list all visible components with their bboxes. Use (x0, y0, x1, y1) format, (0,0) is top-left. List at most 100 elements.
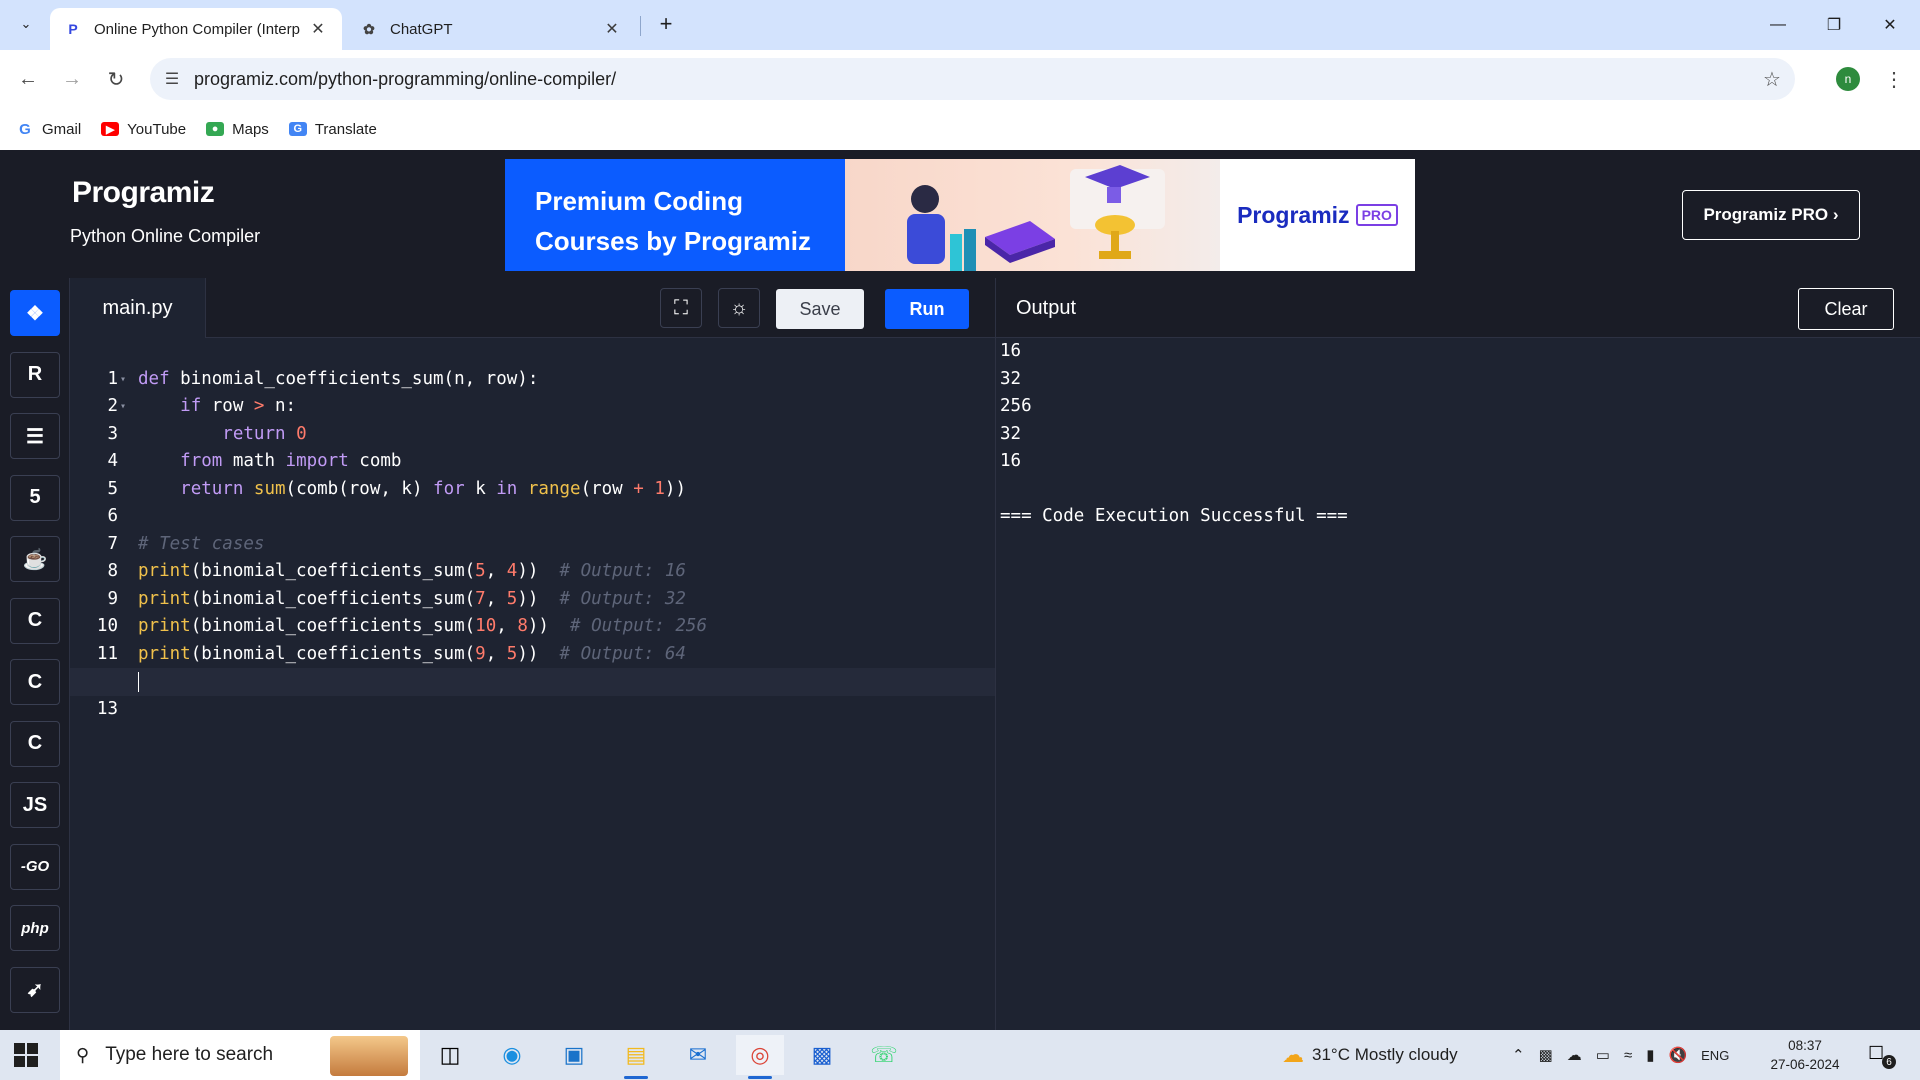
site-info-icon[interactable]: ☰ (150, 69, 194, 89)
programiz-logo[interactable]: Programiz (72, 176, 215, 210)
bookmark-maps[interactable]: ● Maps (206, 121, 269, 138)
back-icon[interactable]: ← (12, 63, 44, 95)
tab-chatgpt[interactable]: ✿ ChatGPT ✕ (346, 8, 636, 50)
html-icon[interactable]: 5 (10, 474, 60, 521)
edge-icon[interactable]: ◉ (488, 1035, 536, 1075)
file-explorer-icon[interactable]: ▤ (612, 1035, 660, 1079)
banner-brand: Programiz PRO (1220, 159, 1415, 271)
save-button[interactable]: Save (776, 289, 864, 329)
code-line-current: 13 (70, 668, 995, 719)
output-line: 32 (1000, 368, 1022, 389)
output-line: 16 (1000, 451, 1022, 471)
restore-icon[interactable]: ❐ (1806, 0, 1862, 50)
profile-avatar[interactable]: n (1836, 67, 1860, 91)
code-line: 8 print(binomial_coefficients_sum(5, 4)) … (107, 561, 686, 581)
text-cursor (138, 672, 139, 692)
address-bar[interactable]: ☰ programiz.com/python-programming/onlin… (150, 58, 1795, 100)
pro-badge: PRO (1355, 204, 1398, 226)
promo-banner[interactable]: Premium Coding Courses by Programiz Prog… (505, 159, 1415, 271)
bookmark-youtube[interactable]: ▶ YouTube (101, 121, 186, 138)
output-line: 256 (1000, 396, 1032, 416)
swift-icon[interactable]: ➹ (10, 966, 60, 1013)
youtube-icon: ▶ (101, 122, 120, 136)
microsoft-store-icon[interactable]: ▩ (798, 1035, 846, 1075)
close-tab-icon[interactable]: ✕ (308, 19, 328, 39)
clear-button[interactable]: Clear (1798, 288, 1894, 330)
code-line: 9 print(binomial_coefficients_sum(7, 5)) … (107, 588, 686, 609)
run-button[interactable]: Run (885, 289, 969, 329)
task-view-icon[interactable]: ◫ (426, 1035, 474, 1075)
code-editor[interactable]: 1 ▾ def binomial_coefficients_sum(n, row):… (70, 338, 995, 1030)
bookmark-translate[interactable]: G Translate (288, 121, 377, 138)
code-line: 7 # Test cases (107, 533, 265, 554)
sql-icon[interactable]: ☰ (10, 413, 60, 459)
bookmark-gmail[interactable]: G Gmail (16, 121, 81, 138)
url-text[interactable]: programiz.com/python-programming/online-… (194, 69, 1749, 90)
volume-muted-icon[interactable]: 🔇 (1668, 1046, 1687, 1064)
search-icon: ⚲ (76, 1044, 90, 1065)
code-line: 4 from math import comb (107, 451, 402, 471)
maps-icon: ● (206, 122, 225, 136)
output-line: 32 (1000, 423, 1022, 444)
code-line: 11 print(binomial_coefficients_sum(9, 5))… (96, 643, 686, 664)
go-icon[interactable]: -GO (10, 843, 60, 890)
csharp-icon[interactable]: C (10, 720, 60, 767)
books-illustration-icon (907, 165, 1165, 271)
more-menu-icon[interactable]: ⋮ (1880, 63, 1908, 95)
code-line: 1 ▾ def binomial_coefficients_sum(n, row): (107, 368, 539, 389)
editor-toolbar: main.py ⛶ ☼ Save Run (70, 278, 995, 338)
code-line: 2 ▾ if row > n: (107, 396, 297, 416)
wifi-icon[interactable]: ≈ (1624, 1047, 1632, 1064)
python-icon[interactable]: ❖ (10, 290, 60, 336)
input-language[interactable]: ENG (1701, 1048, 1729, 1063)
output-console: 16 32 256 32 16 === Code Execution Succe… (996, 338, 1920, 1030)
onedrive-cloud-icon[interactable]: ☁ (1567, 1046, 1582, 1064)
code-line: 3 return 0 (107, 423, 307, 444)
tab-title: Online Python Compiler (Interp (94, 20, 300, 38)
meet-now-icon[interactable]: ▩ (1539, 1046, 1553, 1064)
mail-icon[interactable]: ✉ (674, 1035, 722, 1075)
close-window-icon[interactable]: ✕ (1862, 0, 1918, 50)
whatsapp-icon[interactable]: ☏ (860, 1035, 908, 1075)
php-icon[interactable]: php (10, 905, 60, 951)
tab-title: ChatGPT (390, 20, 453, 38)
code-line: 5 return sum(comb(row, k) for k in range… (107, 478, 686, 499)
close-tab-icon[interactable]: ✕ (602, 19, 622, 39)
notifications-icon[interactable]: ☐ 6 (1868, 1043, 1896, 1069)
code-line: 12print(binomial_coefficients_sum(10, 4)… (70, 641, 995, 691)
reload-icon[interactable]: ↻ (100, 63, 132, 95)
taskbar-search-box[interactable]: ⚲ Type here to search (60, 1030, 420, 1080)
minimize-icon[interactable]: — (1750, 0, 1806, 50)
chrome-icon[interactable]: ◎ (736, 1035, 784, 1079)
bookmark-star-icon[interactable]: ☆ (1749, 67, 1795, 92)
display-icon[interactable]: ▭ (1596, 1046, 1610, 1064)
js-icon[interactable]: JS (10, 782, 60, 828)
cpp-icon[interactable]: C (10, 659, 60, 705)
battery-icon[interactable]: ▮ (1646, 1046, 1654, 1064)
output-status-line: === Code Execution Successful === (1000, 506, 1348, 526)
weather-widget[interactable]: ☁ 31°C Mostly cloudy (1282, 1030, 1458, 1080)
tab-programiz[interactable]: P Online Python Compiler (Interp ✕ (50, 8, 342, 50)
show-hidden-icons-chevron-icon[interactable]: ⌃ (1512, 1046, 1525, 1064)
output-toolbar: Output Clear (996, 278, 1920, 338)
browser-toolbar: ← → ↻ ☰ programiz.com/python-programming… (0, 50, 1920, 108)
file-tab-main-py[interactable]: main.py (70, 278, 206, 338)
language-sidebar: ❖ R ☰ 5 ☕ C C C JS -GO php ➹ (0, 278, 70, 1030)
windows-start-icon[interactable] (14, 1043, 38, 1067)
system-clock[interactable]: 08:37 27-06-2024 (1760, 1036, 1850, 1074)
store-icon[interactable]: ▣ (550, 1035, 598, 1075)
tab-search-chevron-icon[interactable]: ⌄ (12, 10, 40, 38)
code-line: 10 print(binomial_coefficients_sum(10, 8)… (96, 616, 707, 636)
java-icon[interactable]: ☕ (10, 536, 60, 582)
theme-toggle-sun-icon[interactable]: ☼ (718, 288, 760, 328)
fullscreen-icon[interactable]: ⛶ (660, 288, 702, 328)
r-icon[interactable]: R (10, 351, 60, 398)
forward-icon[interactable]: → (56, 63, 88, 95)
new-tab-icon[interactable]: + (652, 10, 680, 38)
programiz-pro-button[interactable]: Programiz PRO › (1682, 190, 1860, 240)
google-icon: G (19, 120, 31, 138)
tab-separator (640, 16, 641, 36)
banner-illustration (845, 159, 1220, 271)
notification-count-badge: 6 (1882, 1055, 1896, 1069)
c-icon[interactable]: C (10, 597, 60, 644)
